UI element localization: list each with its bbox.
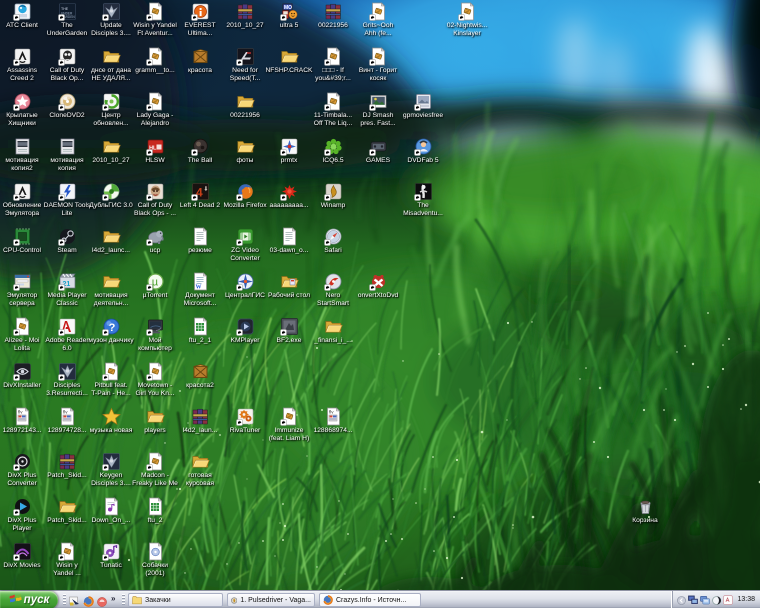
svg-text:THE: THE bbox=[61, 7, 69, 11]
svg-text:MO: MO bbox=[284, 5, 292, 11]
svg-text:flv: flv bbox=[63, 410, 68, 415]
svg-text:?: ? bbox=[108, 322, 115, 334]
svg-text:µ: µ bbox=[151, 277, 158, 289]
svg-text:flv: flv bbox=[18, 410, 23, 415]
svg-text:flv: flv bbox=[329, 410, 334, 415]
svg-text:W: W bbox=[195, 285, 201, 291]
